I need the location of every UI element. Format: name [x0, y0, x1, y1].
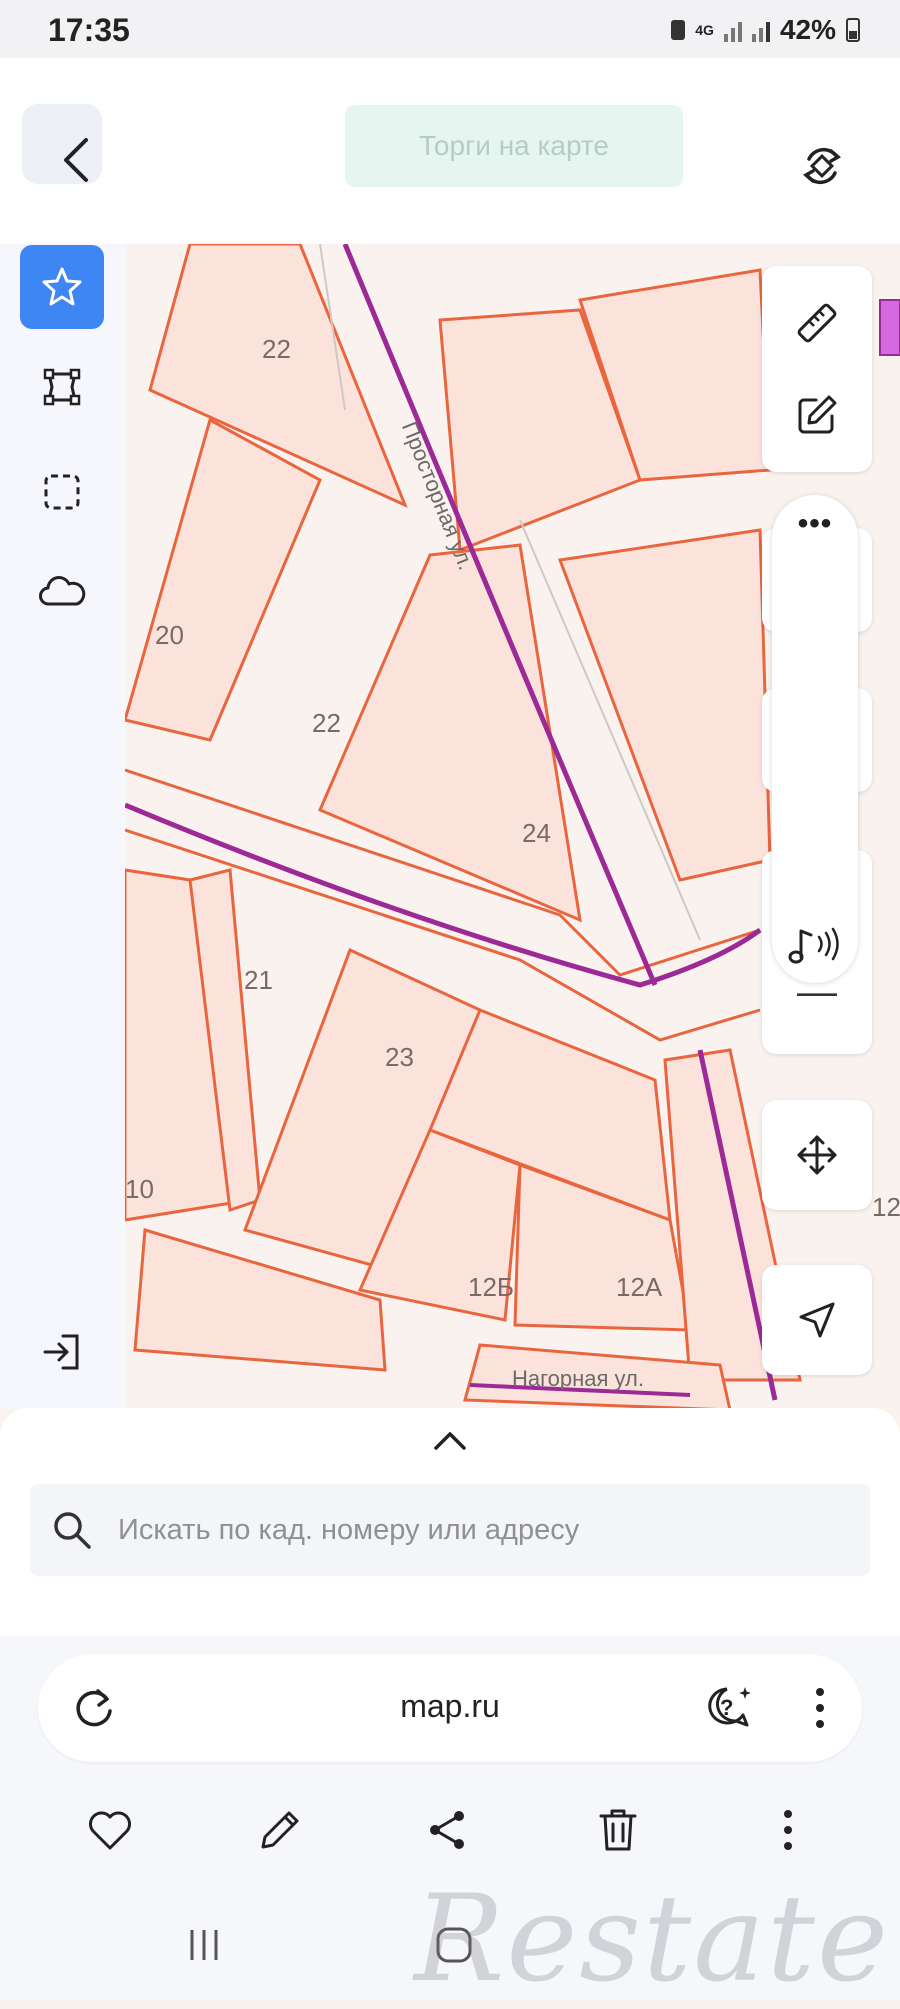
- plot-label: 12Б: [468, 1272, 514, 1302]
- move-icon: [797, 1135, 837, 1175]
- recent-apps-button[interactable]: [164, 1910, 244, 1980]
- trash-icon: [599, 1809, 637, 1851]
- plot-label: 12А: [616, 1272, 663, 1302]
- locate-me-button[interactable]: [762, 1265, 872, 1375]
- share-icon: [430, 1811, 464, 1849]
- auction-map-button[interactable]: Торги на карте: [345, 105, 683, 187]
- rotate-icon: [802, 147, 842, 185]
- pan-button[interactable]: [762, 1100, 872, 1210]
- search-input[interactable]: Искать по кад. номеру или адресу: [30, 1484, 870, 1576]
- edit-button[interactable]: [762, 370, 872, 460]
- assistant-button[interactable]: ?: [698, 1678, 758, 1738]
- browser-menu-button[interactable]: [790, 1678, 850, 1738]
- ruler-button[interactable]: [762, 278, 872, 368]
- watermark: Restate: [414, 1870, 890, 2009]
- delete-button[interactable]: [578, 1790, 658, 1870]
- music-note-icon: [788, 927, 839, 964]
- plot-label: 22: [262, 334, 291, 364]
- signal-icon: [723, 18, 742, 42]
- edit-note-button[interactable]: [240, 1790, 320, 1870]
- battery-icon: [846, 18, 860, 42]
- plot-label: 24: [522, 818, 551, 848]
- expand-sheet-button[interactable]: [430, 1426, 470, 1456]
- heart-icon: [89, 1811, 131, 1850]
- street-label: Нагорная ул.: [512, 1366, 645, 1391]
- battery-level: 42%: [779, 14, 836, 45]
- pencil-icon: [261, 1811, 299, 1849]
- chevron-left-icon: [64, 138, 88, 182]
- status-time: 17:35: [48, 12, 130, 48]
- navigation-arrow-icon: [799, 1302, 835, 1338]
- ruler-icon: [797, 303, 837, 343]
- status-indicators: 4G 42%: [671, 14, 860, 46]
- search-placeholder: Искать по кад. номеру или адресу: [118, 1513, 580, 1546]
- polygon-tool-button[interactable]: [20, 345, 104, 429]
- cloud-button[interactable]: [20, 550, 104, 634]
- chat-question-icon: ?: [708, 1687, 751, 1727]
- kebab-menu-icon: [784, 1810, 792, 1850]
- sound-button[interactable]: [772, 915, 858, 975]
- back-button[interactable]: [48, 130, 108, 190]
- more-options-panel: •••: [772, 495, 858, 983]
- url-bar[interactable]: map.ru ?: [38, 1654, 862, 1762]
- login-button[interactable]: [20, 1310, 104, 1394]
- svg-text:?: ?: [720, 1695, 733, 1720]
- polygon-icon: [43, 368, 81, 406]
- favorite-button[interactable]: [70, 1790, 150, 1870]
- network-type: 4G: [695, 22, 714, 38]
- login-icon: [43, 1334, 79, 1370]
- sim-icon: [671, 20, 686, 40]
- measure-tools-card: [762, 266, 872, 472]
- kebab-menu-icon: [816, 1688, 824, 1728]
- rotate-map-button[interactable]: [792, 136, 852, 196]
- plot-label: 21: [244, 965, 273, 995]
- bottom-sheet: Искать по кад. номеру или адресу: [0, 1408, 900, 1636]
- plot-label: 23: [385, 1042, 414, 1072]
- more-options-button[interactable]: •••: [772, 507, 858, 541]
- signal-icon: [751, 18, 770, 42]
- plot-label: 12: [872, 1192, 900, 1222]
- more-menu-button[interactable]: [748, 1790, 828, 1870]
- favorites-button[interactable]: [20, 245, 104, 329]
- star-icon: [42, 267, 82, 306]
- share-button[interactable]: [408, 1790, 488, 1870]
- plot-label: 10: [125, 1174, 154, 1204]
- dashed-square-icon: [44, 474, 80, 510]
- chevron-up-icon: [434, 1432, 466, 1450]
- plot-label: 20: [155, 620, 184, 650]
- selection-tool-button[interactable]: [20, 450, 104, 534]
- cloud-icon: [39, 576, 86, 606]
- recent-apps-icon: [190, 1930, 218, 1960]
- search-icon: [54, 1512, 91, 1549]
- plot-label: 22: [312, 708, 341, 738]
- edit-icon: [798, 395, 837, 434]
